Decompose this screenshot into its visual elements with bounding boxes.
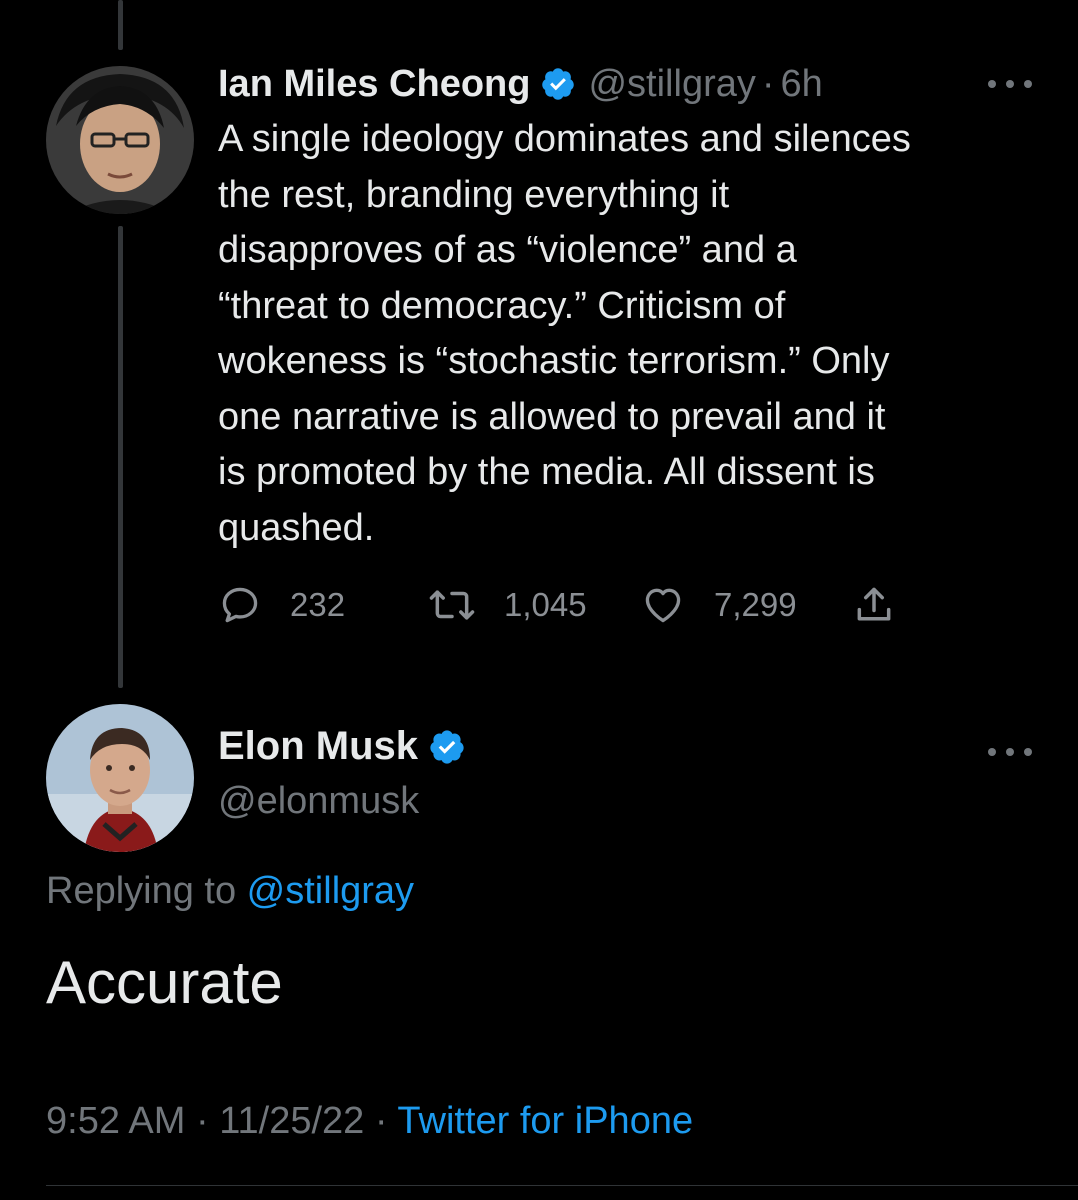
thread-connector-line: [118, 226, 123, 688]
tweet-date[interactable]: 11/25/22: [219, 1100, 364, 1142]
verified-badge-icon: [430, 729, 464, 764]
replying-prefix: Replying to: [46, 870, 247, 912]
avatar[interactable]: [46, 66, 194, 214]
author-handle[interactable]: @stillgray: [588, 63, 755, 106]
reply-button[interactable]: 232: [218, 583, 428, 627]
retweet-count: 1,045: [504, 586, 587, 623]
more-icon[interactable]: [988, 742, 1032, 762]
tweet-text-line: the rest, branding everything it: [218, 173, 730, 216]
tweet-text-line: “threat to democracy.” Criticism of: [218, 284, 786, 327]
tweet-text-line: one narrative is allowed to prevail and …: [218, 395, 886, 438]
share-button[interactable]: [852, 583, 896, 627]
reply-icon: [222, 587, 258, 623]
replying-to: Replying to @stillgray: [46, 870, 414, 913]
like-count: 7,299: [714, 586, 797, 623]
separator: ·: [761, 62, 775, 105]
tweet-actions: 232 1,045 7,299: [218, 580, 896, 630]
verified-badge-icon: [542, 68, 575, 100]
avatar[interactable]: [46, 704, 194, 852]
separator: ·: [195, 1100, 209, 1142]
like-icon: [645, 588, 681, 623]
retweet-button[interactable]: 1,045: [428, 583, 640, 627]
separator: ·: [374, 1100, 388, 1142]
thread-connector-line: [118, 0, 123, 50]
tweet-header: Elon Musk: [218, 724, 466, 769]
tweet-text-line: is promoted by the media. All dissent is: [218, 451, 875, 493]
retweet-icon: [429, 590, 475, 620]
tweet-text-line: quashed.: [218, 506, 375, 549]
reply-count: 232: [290, 586, 346, 623]
author-name[interactable]: Elon Musk: [218, 724, 418, 769]
like-button[interactable]: 7,299: [640, 583, 852, 627]
tweet-text: A single ideology dominates and silences…: [218, 112, 1048, 556]
tweet-text-line: disapproves of as “violence” and a: [218, 229, 797, 271]
author-handle[interactable]: @elonmusk: [218, 780, 419, 823]
tweet-header: Ian Miles Cheong @stillgray · 6h: [218, 58, 823, 110]
tweet-text: Accurate: [46, 949, 283, 1016]
tweet-time[interactable]: 6h: [781, 63, 823, 106]
divider: [46, 1185, 1078, 1186]
tweet-timestamp[interactable]: 9:52 AM: [46, 1100, 185, 1142]
more-icon[interactable]: [988, 74, 1032, 94]
tweet-text-line: wokeness is “stochastic terrorism.” Only: [218, 340, 890, 382]
author-name[interactable]: Ian Miles Cheong: [218, 63, 530, 106]
tweet-text-line: A single ideology dominates and silences: [218, 118, 911, 160]
mention-link[interactable]: @stillgray: [247, 870, 414, 912]
tweet-source-link[interactable]: Twitter for iPhone: [397, 1100, 693, 1142]
tweet-metadata: 9:52 AM · 11/25/22 · Twitter for iPhone: [46, 1100, 693, 1143]
share-icon: [857, 587, 891, 621]
